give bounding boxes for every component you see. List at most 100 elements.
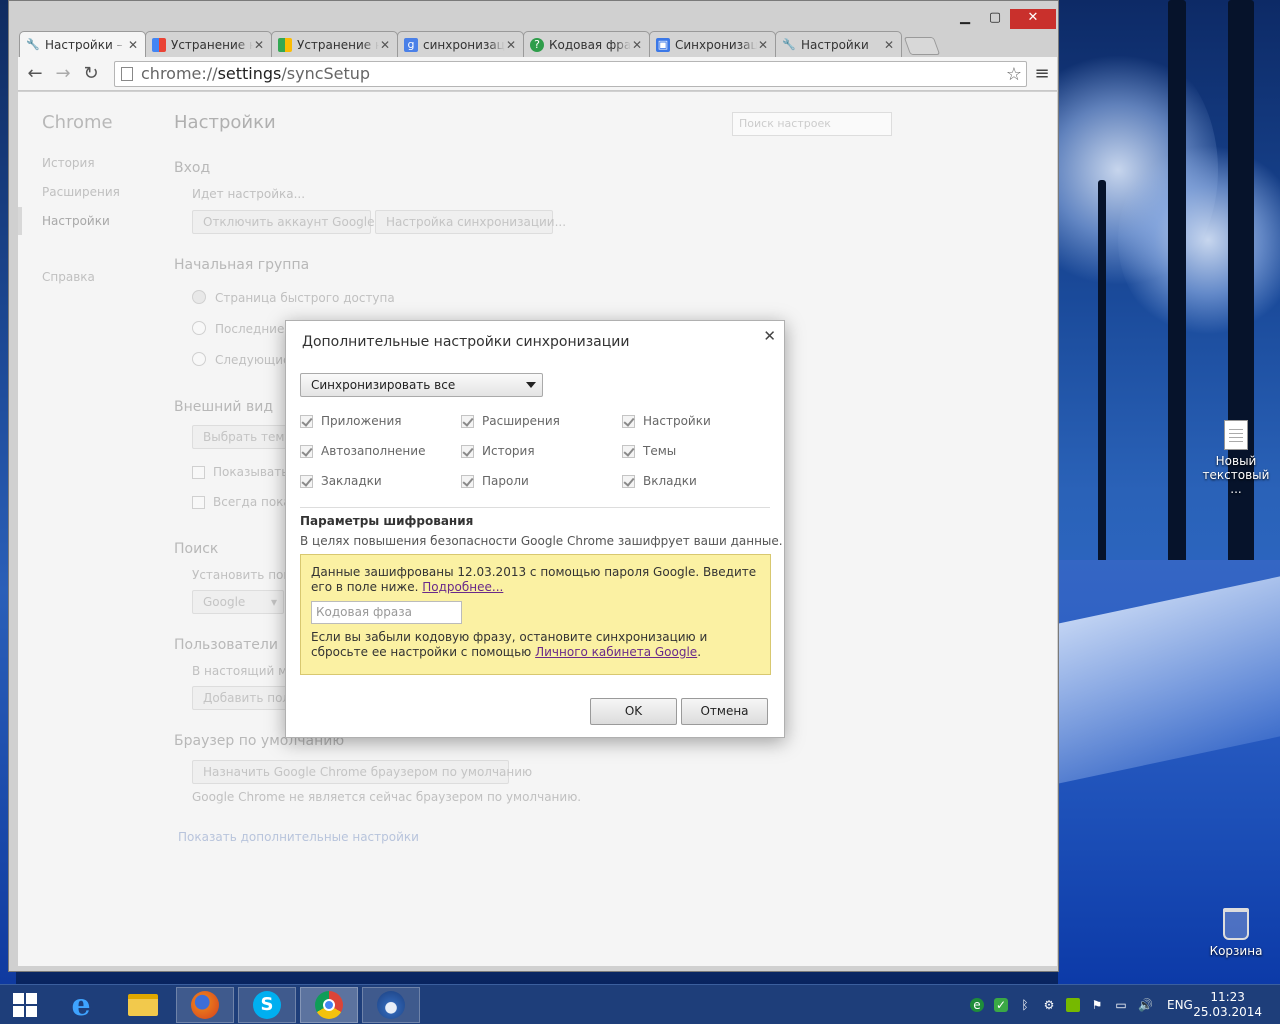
sidebar-item-help[interactable]: Справка bbox=[42, 270, 95, 284]
firefox-button[interactable] bbox=[176, 987, 234, 1023]
file-explorer-button[interactable] bbox=[114, 987, 172, 1023]
sync-option-passwords[interactable]: Пароли bbox=[461, 474, 529, 488]
sync-option-themes[interactable]: Темы bbox=[622, 444, 676, 458]
tab-strip: 🔧 Настройки – ✕ Устранение н ✕ Устранени… bbox=[19, 31, 941, 57]
tab-close-icon[interactable]: ✕ bbox=[883, 38, 895, 52]
close-window-button[interactable]: ✕ bbox=[1010, 9, 1056, 29]
minimize-button[interactable]: ▁ bbox=[950, 9, 980, 29]
text-file-icon bbox=[1224, 420, 1248, 450]
encryption-text: В целях повышения безопасности Google Ch… bbox=[300, 534, 783, 548]
bluetooth-icon[interactable]: ᛒ bbox=[1018, 998, 1032, 1012]
page-title: Настройки bbox=[174, 112, 276, 133]
flag-icon[interactable]: ⚑ bbox=[1090, 998, 1104, 1012]
sync-option-bookmarks[interactable]: Закладки bbox=[300, 474, 382, 488]
sidebar-selection-marker bbox=[18, 207, 22, 235]
section-search-heading: Поиск bbox=[174, 541, 219, 557]
tray-icon-4[interactable]: ⚙ bbox=[1042, 998, 1056, 1012]
sync-option-settings[interactable]: Настройки bbox=[622, 414, 711, 428]
chrome-menu-icon[interactable]: ≡ bbox=[1031, 63, 1053, 85]
tab-settings-2[interactable]: 🔧 Настройки ✕ bbox=[775, 31, 902, 57]
tray-icon-1[interactable]: e bbox=[970, 998, 984, 1012]
google-icon bbox=[152, 37, 166, 52]
sync-option-extensions[interactable]: Расширения bbox=[461, 414, 560, 428]
window-controls: ▁ ▢ ✕ bbox=[950, 9, 1056, 29]
close-icon[interactable]: ✕ bbox=[763, 327, 776, 345]
checkbox[interactable] bbox=[622, 474, 635, 488]
back-icon[interactable]: ← bbox=[24, 63, 46, 85]
thunderbird-icon bbox=[377, 991, 405, 1019]
sync-mode-select[interactable]: Синхронизировать все bbox=[300, 373, 543, 397]
tab-troubleshoot-1[interactable]: Устранение н ✕ bbox=[145, 31, 272, 57]
checkbox[interactable] bbox=[461, 414, 474, 428]
thunderbird-button[interactable] bbox=[362, 987, 420, 1023]
encryption-heading: Параметры шифрования bbox=[300, 514, 474, 528]
language-indicator[interactable]: ENG bbox=[1167, 998, 1193, 1012]
new-tab-button[interactable] bbox=[903, 37, 941, 55]
maximize-button[interactable]: ▢ bbox=[980, 9, 1010, 29]
tray-icon-2[interactable]: ✓ bbox=[994, 998, 1008, 1012]
reload-icon[interactable]: ↻ bbox=[80, 63, 102, 85]
make-default-browser-button[interactable]: Назначить Google Chrome браузером по умо… bbox=[192, 760, 532, 784]
forward-icon[interactable]: → bbox=[52, 63, 74, 85]
chevron-down-icon bbox=[526, 382, 536, 388]
sidebar-item-history[interactable]: История bbox=[42, 156, 95, 170]
sync-option-tabs[interactable]: Вкладки bbox=[622, 474, 697, 488]
address-bar[interactable]: chrome://settings/syncSetup ☆ bbox=[114, 61, 1027, 87]
checkbox[interactable] bbox=[622, 414, 635, 428]
add-user-button[interactable]: Добавить поль bbox=[192, 686, 297, 710]
passphrase-input[interactable]: Кодовая фраза bbox=[311, 601, 462, 624]
volume-icon[interactable]: 🔊 bbox=[1138, 998, 1153, 1012]
settings-search-input[interactable]: Поиск настроек bbox=[732, 112, 892, 136]
show-advanced-settings-link[interactable]: Показать дополнительные настройки bbox=[178, 830, 419, 844]
checkbox[interactable] bbox=[300, 444, 313, 458]
learn-more-link[interactable]: Подробнее... bbox=[422, 580, 503, 594]
tab-settings[interactable]: 🔧 Настройки – ✕ bbox=[19, 31, 146, 57]
desktop-icon-recycle-bin[interactable]: Корзина bbox=[1196, 908, 1276, 958]
checkbox[interactable] bbox=[300, 414, 313, 428]
startup-radio-1[interactable] bbox=[192, 290, 206, 304]
sync-option-history[interactable]: История bbox=[461, 444, 535, 458]
checkbox[interactable] bbox=[461, 474, 474, 488]
search-engine-select[interactable]: Google ▾ bbox=[192, 590, 284, 614]
tab-close-icon[interactable]: ✕ bbox=[631, 38, 643, 52]
sync-option-apps[interactable]: Приложения bbox=[300, 414, 402, 428]
checkbox[interactable] bbox=[622, 444, 635, 458]
network-icon[interactable]: ▭ bbox=[1114, 998, 1128, 1012]
cancel-button[interactable]: Отмена bbox=[681, 698, 768, 725]
tab-close-icon[interactable]: ✕ bbox=[379, 38, 391, 52]
tab-sync-support[interactable]: ▣ Синхронизац ✕ bbox=[649, 31, 776, 57]
choose-theme-button[interactable]: Выбрать тему bbox=[192, 425, 292, 449]
clock[interactable]: 11:23 25.03.2014 bbox=[1193, 990, 1262, 1020]
sidebar-item-settings[interactable]: Настройки bbox=[42, 214, 110, 228]
forgot-passphrase-text: Если вы забыли кодовую фразу, остановите… bbox=[311, 630, 708, 659]
always-show-checkbox[interactable] bbox=[192, 496, 205, 509]
internet-explorer-button[interactable]: e bbox=[52, 987, 110, 1023]
google-dashboard-link[interactable]: Личного кабинета Google bbox=[535, 645, 697, 659]
sync-option-autofill[interactable]: Автозаполнение bbox=[300, 444, 425, 458]
tab-troubleshoot-2[interactable]: Устранение н ✕ bbox=[271, 31, 398, 57]
tab-close-icon[interactable]: ✕ bbox=[757, 38, 769, 52]
disconnect-account-button[interactable]: Отключить аккаунт Google... bbox=[192, 210, 386, 234]
ok-button[interactable]: OK bbox=[590, 698, 677, 725]
checkbox[interactable] bbox=[300, 474, 313, 488]
tab-sync-search[interactable]: g синхронизац ✕ bbox=[397, 31, 524, 57]
sidebar-item-extensions[interactable]: Расширения bbox=[42, 185, 120, 199]
tab-close-icon[interactable]: ✕ bbox=[127, 38, 139, 52]
internet-explorer-icon: e bbox=[71, 987, 91, 1023]
support-icon: ▣ bbox=[656, 37, 670, 52]
signin-status: Идет настройка... bbox=[192, 187, 306, 201]
skype-button[interactable]: S bbox=[238, 987, 296, 1023]
sync-setup-button[interactable]: Настройка синхронизации... bbox=[375, 210, 566, 234]
chrome-button[interactable] bbox=[300, 987, 358, 1023]
desktop-icon-new-text-file[interactable]: Новый текстовый ... bbox=[1196, 420, 1276, 496]
start-button[interactable] bbox=[0, 987, 50, 1023]
startup-radio-3[interactable] bbox=[192, 352, 206, 366]
nvidia-icon[interactable] bbox=[1066, 998, 1080, 1012]
show-home-checkbox[interactable] bbox=[192, 466, 205, 479]
startup-radio-2[interactable] bbox=[192, 321, 206, 335]
tab-close-icon[interactable]: ✕ bbox=[253, 38, 265, 52]
tab-close-icon[interactable]: ✕ bbox=[505, 38, 517, 52]
checkbox[interactable] bbox=[461, 444, 474, 458]
bookmark-star-icon[interactable]: ☆ bbox=[1006, 63, 1022, 87]
tab-passphrase[interactable]: ? Кодовая фра ✕ bbox=[523, 31, 650, 57]
